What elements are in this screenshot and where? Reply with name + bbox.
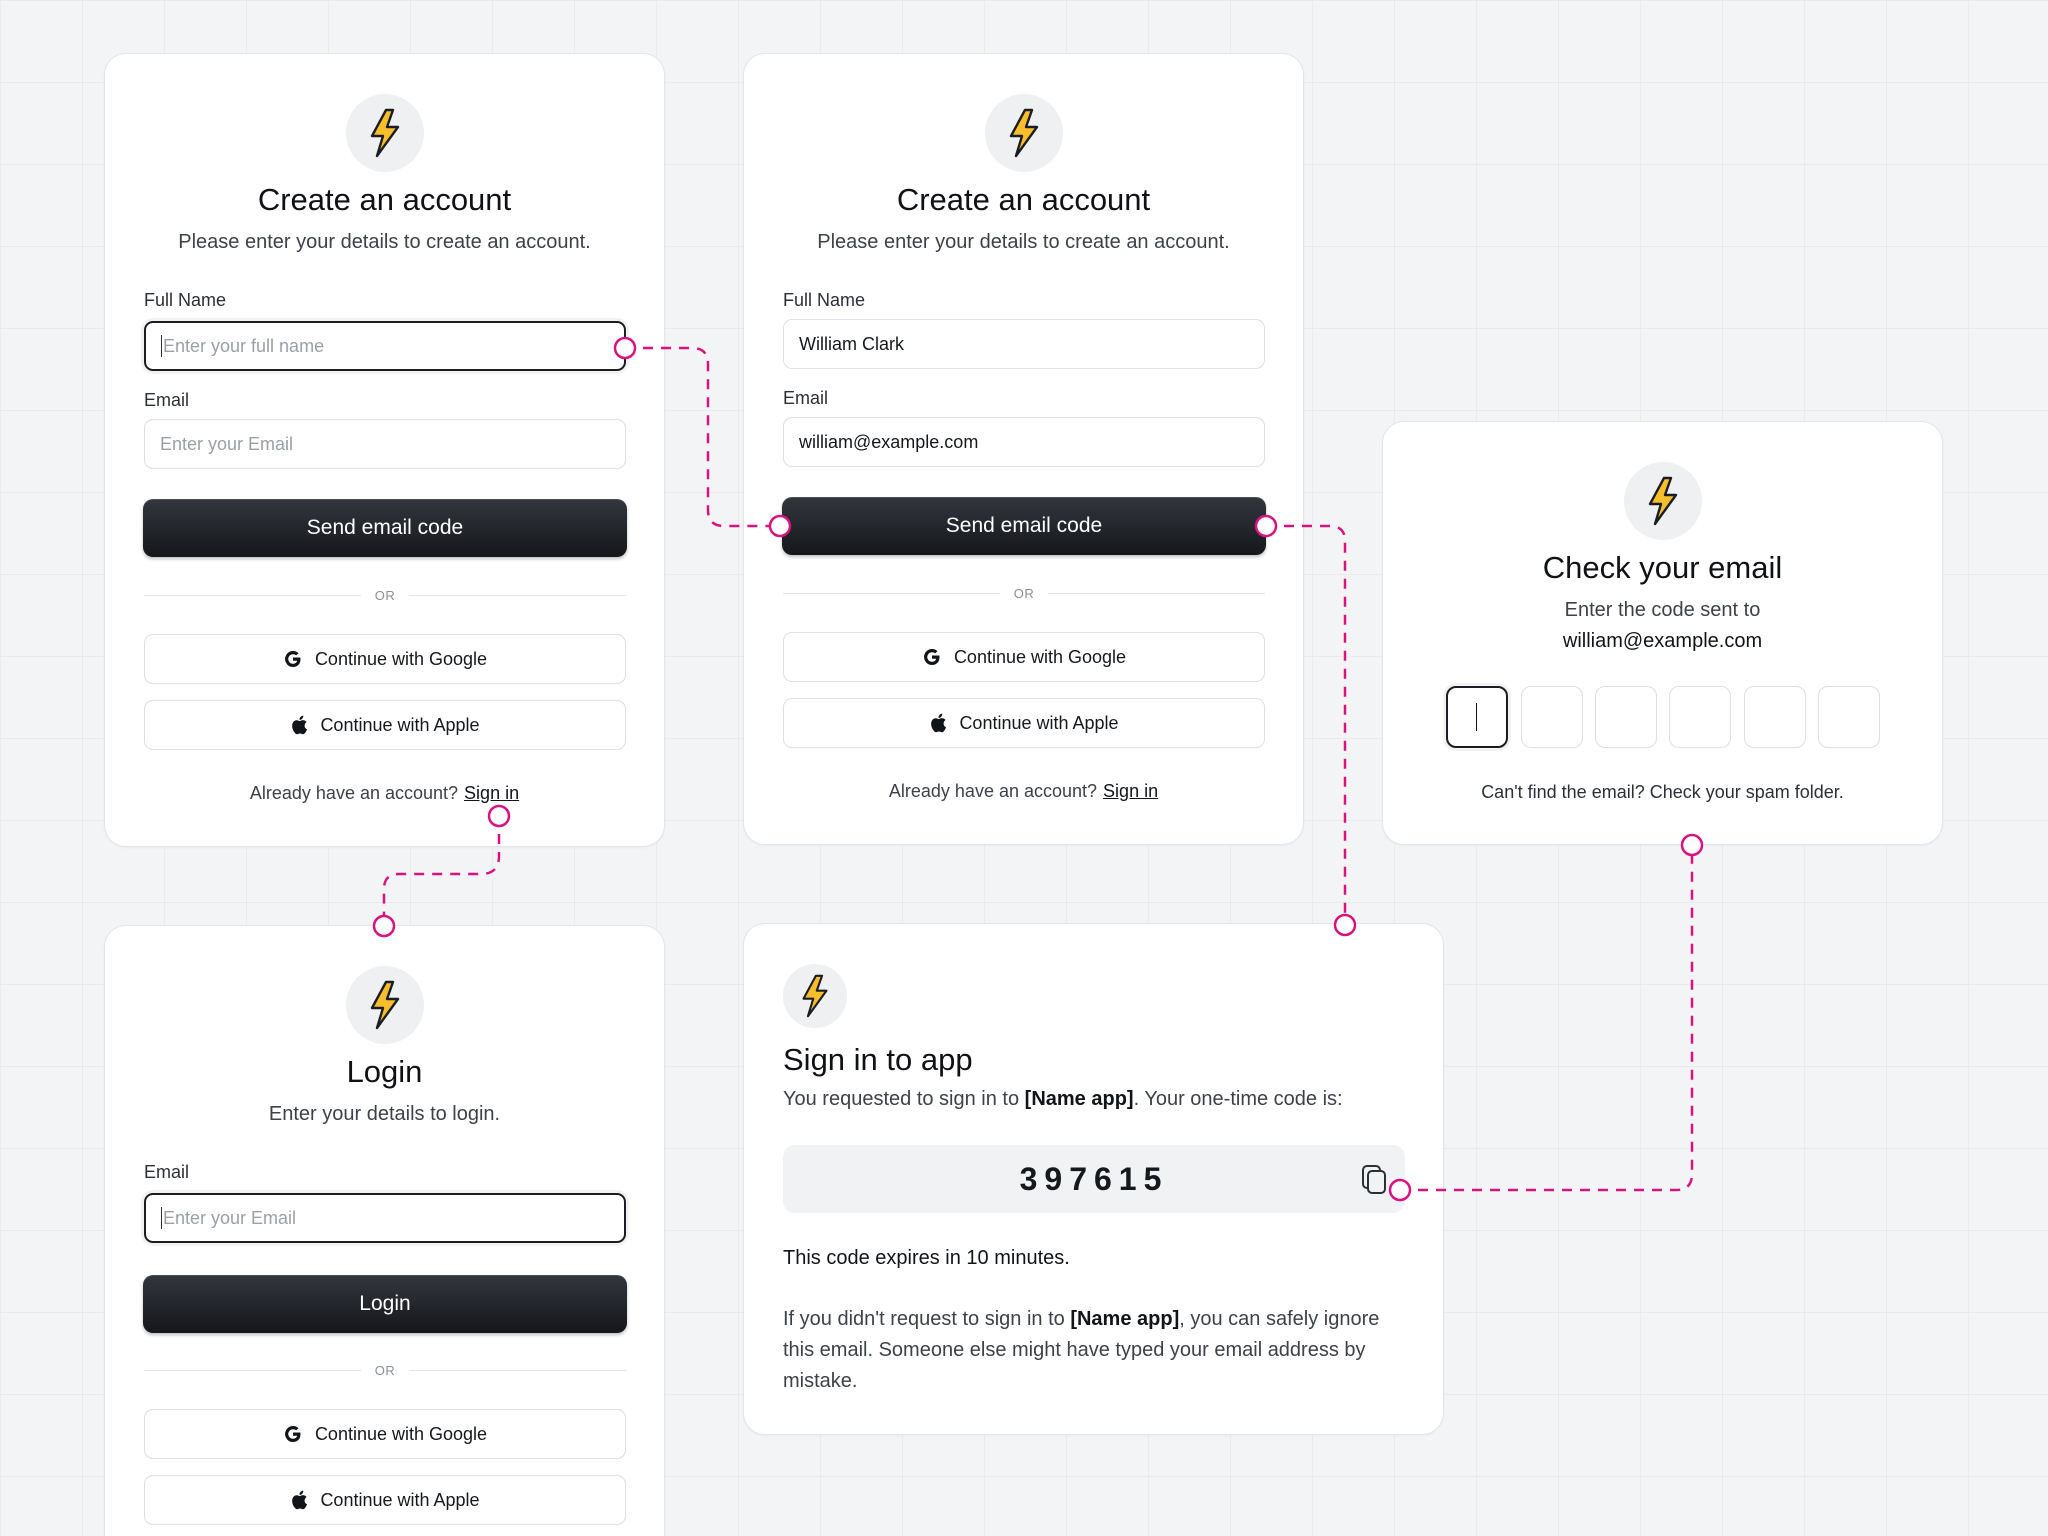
connector-name-to-send <box>625 346 780 528</box>
connector-node <box>613 336 637 360</box>
flow-connectors <box>372 336 1704 1202</box>
connector-node <box>1680 833 1704 857</box>
connector-node <box>1254 514 1278 538</box>
connector-node <box>1388 1178 1412 1202</box>
connector-send-to-email <box>1266 524 1347 925</box>
connector-signin-to-login <box>382 816 501 926</box>
connector-node <box>1333 913 1357 937</box>
connector-node <box>372 914 396 938</box>
connector-node <box>487 804 511 828</box>
connector-email-to-check <box>1400 845 1694 1192</box>
connector-node <box>768 514 792 538</box>
